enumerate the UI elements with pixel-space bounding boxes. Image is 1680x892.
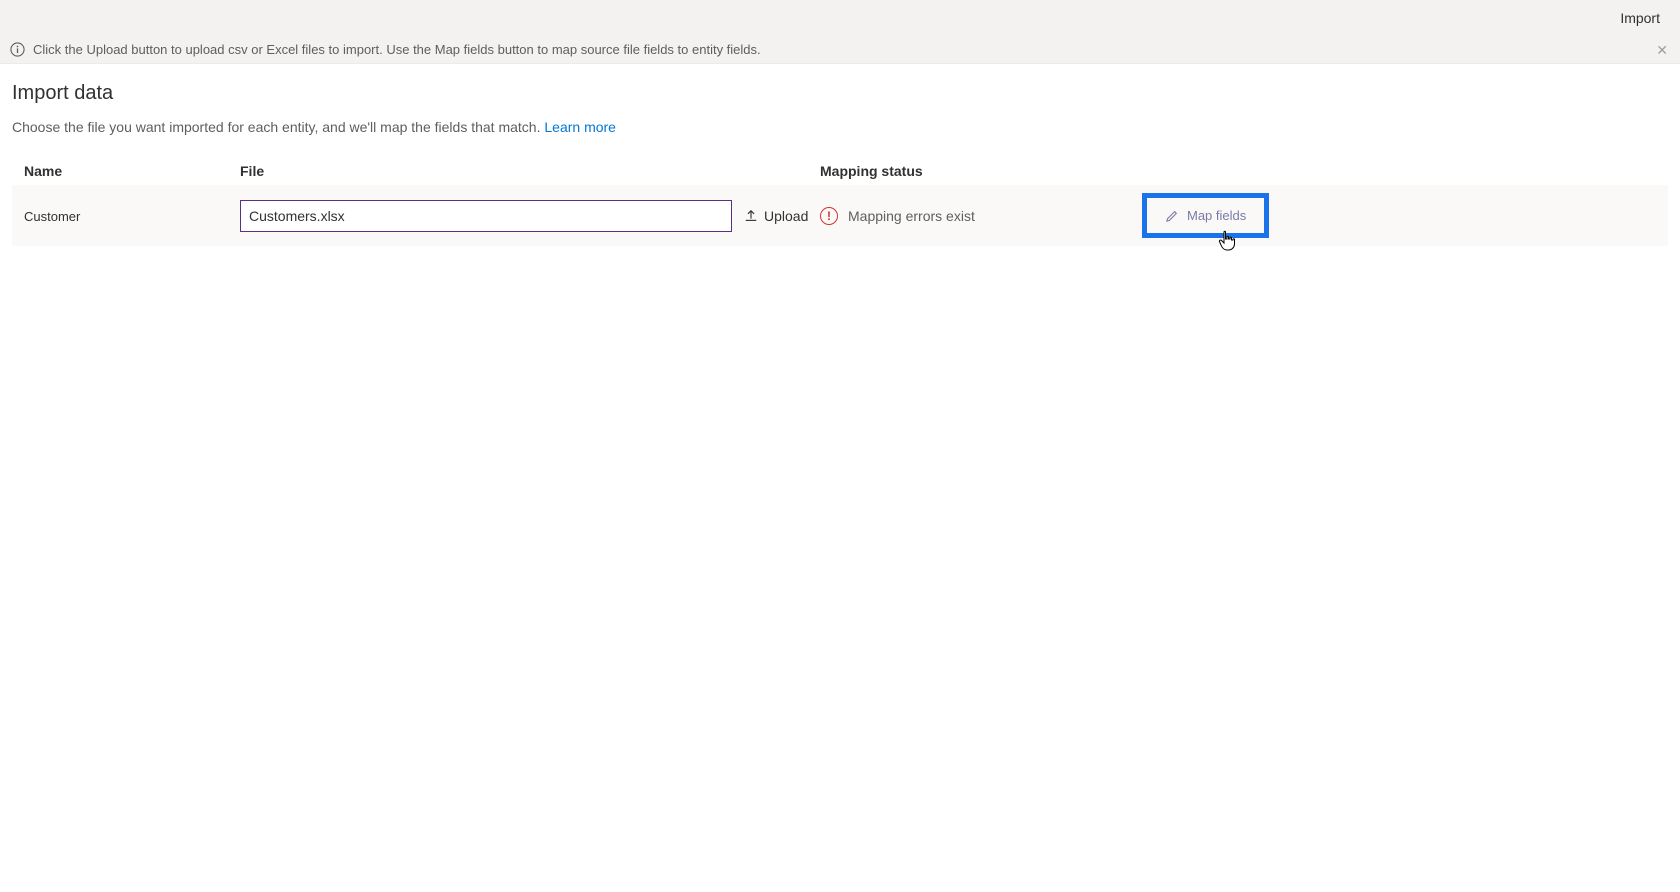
file-input[interactable]	[240, 200, 732, 232]
mapping-status: ! Mapping errors exist	[820, 207, 975, 225]
column-header-status: Mapping status	[816, 163, 1106, 179]
info-icon	[10, 42, 25, 57]
close-icon[interactable]: ✕	[1656, 43, 1668, 57]
upload-button-label: Upload	[764, 208, 808, 224]
learn-more-link[interactable]: Learn more	[544, 119, 616, 135]
info-banner: Click the Upload button to upload csv or…	[0, 36, 1680, 64]
map-fields-highlight: Map fields	[1142, 193, 1269, 238]
column-header-action	[1106, 163, 1656, 179]
upload-button[interactable]: Upload	[744, 208, 808, 224]
map-fields-label: Map fields	[1187, 208, 1246, 223]
page-title: Import data	[12, 82, 1668, 105]
entity-name: Customer	[24, 209, 80, 224]
map-fields-button[interactable]: Map fields	[1165, 208, 1246, 223]
column-header-file: File	[240, 163, 816, 179]
import-header-label: Import	[1620, 10, 1660, 26]
header-bar: Import	[0, 0, 1680, 36]
upload-icon	[744, 209, 758, 223]
entity-row: Customer Upload !	[12, 185, 1668, 246]
entity-grid: Name File Mapping status Customer	[12, 163, 1668, 246]
column-header-name: Name	[24, 163, 240, 179]
grid-header: Name File Mapping status	[12, 163, 1668, 185]
page-description-text: Choose the file you want imported for ea…	[12, 119, 544, 135]
pencil-icon	[1165, 209, 1179, 223]
mapping-status-text: Mapping errors exist	[848, 208, 975, 224]
error-icon: !	[820, 207, 838, 225]
info-banner-text: Click the Upload button to upload csv or…	[33, 42, 761, 57]
page-description: Choose the file you want imported for ea…	[12, 119, 1668, 135]
main-content: Import data Choose the file you want imp…	[0, 64, 1680, 246]
